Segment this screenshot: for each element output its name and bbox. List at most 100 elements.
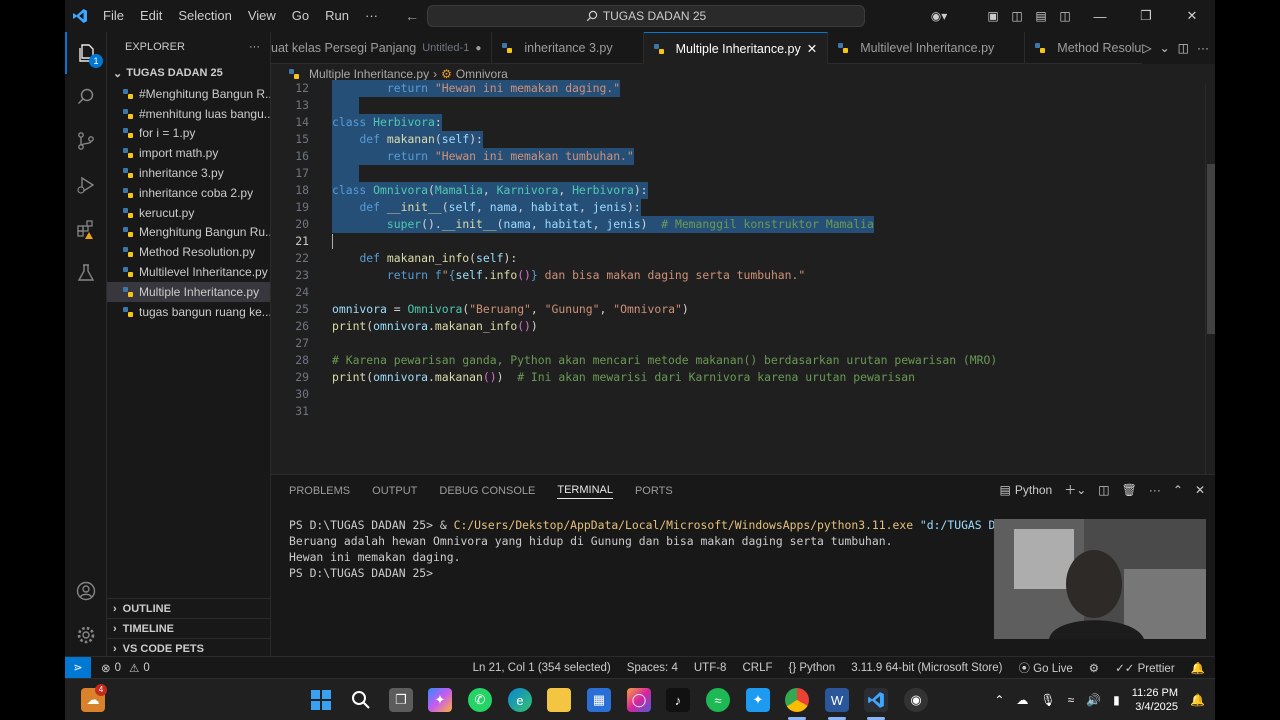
microphone-icon[interactable]: 🎙 [1040,693,1055,707]
go-live-button[interactable]: ⦿ Go Live [1018,660,1072,676]
toggle-sidebar-icon[interactable]: ◫ [1005,0,1029,32]
code-line[interactable]: 15 def makanan(self): [271,131,1201,148]
code-line[interactable]: 25 omnivora = Omnivora("Beruang", "Gunung… [271,301,1201,318]
code-line[interactable]: 21 [271,233,1201,250]
close-tab-icon[interactable]: ✕ [807,41,817,56]
notifications-bell-icon[interactable]: 🔔 [1190,693,1205,707]
explorer-file-item[interactable]: Method Resolution.py [107,242,270,262]
problems-indicator[interactable]: ⊗ 0 ⚠ 0 [101,661,150,675]
encoding[interactable]: UTF-8 [694,662,727,674]
workspace-folder[interactable]: ⌄ TUGAS DADAN 25 [107,62,270,84]
vscode-taskbar-icon[interactable] [864,688,888,712]
volume-icon[interactable]: 🔊 [1086,693,1101,707]
run-debug-icon[interactable] [65,164,107,206]
explorer-file-item[interactable]: #menhitung luas bangu... [107,104,270,124]
code-line[interactable]: 17 [271,165,1201,182]
explorer-file-item[interactable]: #Menghitung Bangun R... [107,84,270,104]
edge-icon[interactable]: e [508,688,532,712]
explorer-file-item[interactable]: import math.py [107,143,270,163]
code-line[interactable]: 18 class Omnivora(Mamalia, Karnivora, Her… [271,182,1201,199]
menu-item-1[interactable]: Edit [132,0,170,32]
toggle-panel-icon[interactable]: ▤ [1029,0,1053,32]
back-arrow-icon[interactable]: ← [404,8,420,24]
restore-button[interactable]: ❐ [1123,0,1169,32]
minimize-button[interactable]: — [1077,0,1123,32]
editor-tab[interactable]: Multiple Inheritance.py ✕ [643,32,829,64]
panel-tab-ports[interactable]: PORTS [635,485,673,497]
menu-item-0[interactable]: File [95,0,132,32]
code-line[interactable]: 12 return "Hewan ini memakan daging." [271,80,1201,97]
menu-item-2[interactable]: Selection [170,0,239,32]
panel-tab-debug-console[interactable]: DEBUG CONSOLE [439,485,535,497]
indentation[interactable]: Spaces: 4 [627,662,678,674]
more-actions-icon[interactable]: ··· [1149,483,1161,497]
toggle-secondary-sidebar-icon[interactable]: ◫ [1053,0,1077,32]
copilot-icon[interactable]: ◉▾ [927,0,951,32]
python-interpreter[interactable]: 3.11.9 64-bit (Microsoft Store) [851,662,1002,674]
more-actions-icon[interactable]: ··· [1197,41,1209,55]
file-explorer-icon[interactable] [547,688,571,712]
close-window-button[interactable]: ✕ [1169,0,1215,32]
prettier-button[interactable]: ✓✓ Prettier [1115,661,1175,675]
menu-item-6[interactable]: ··· [357,0,386,32]
editor-tab[interactable]: uat kelas Persegi Panjang Untitled-1 ● [261,32,493,64]
breadcrumb-file[interactable]: Multiple Inheritance.py [309,67,429,81]
windows-start-icon[interactable] [309,688,333,712]
explorer-file-item[interactable]: inheritance coba 2.py [107,183,270,203]
explorer-file-item[interactable]: for i = 1.py [107,124,270,144]
testing-icon[interactable] [65,252,107,294]
whatsapp-icon[interactable]: ✆ [468,688,492,712]
task-view-icon[interactable]: ❐ [389,688,413,712]
timeline-section[interactable]: › TIMELINE [107,618,271,638]
explorer-icon[interactable]: 1 [65,32,107,74]
word-icon[interactable]: W [825,688,849,712]
split-terminal-icon[interactable]: ◫ [1098,483,1109,497]
notifications-bell-icon[interactable]: 🔔 [1191,661,1205,675]
wifi-icon[interactable]: ≈ [1068,693,1075,707]
vscode-pets-section[interactable]: › VS CODE PETS [107,638,271,658]
code-line[interactable]: 16 return "Hewan ini memakan tumbuhan." [271,148,1201,165]
editor-tab[interactable]: inheritance 3.py [492,32,644,64]
code-line[interactable]: 29 print(omnivora.makanan()) # Ini akan m… [271,369,1201,386]
explorer-file-item[interactable]: Multilevel Inheritance.py [107,262,270,282]
run-dropdown-icon[interactable]: ⌄ [1160,41,1170,55]
code-line[interactable]: 23 return f"{self.info()} dan bisa makan… [271,267,1201,284]
manage-gear-icon[interactable] [65,614,107,656]
panel-tab-output[interactable]: OUTPUT [372,485,417,497]
search-icon[interactable] [349,688,373,712]
new-terminal-icon[interactable]: ＋⌄ [1064,481,1086,498]
menu-item-4[interactable]: Go [284,0,317,32]
copilot-icon[interactable]: ✦ [428,688,452,712]
code-line[interactable]: 24 [271,284,1201,301]
terminal-shell-label[interactable]: Python [1015,483,1052,497]
panel-tab-terminal[interactable]: TERMINAL [557,484,613,499]
editor-tab[interactable]: Multilevel Inheritance.py [828,32,1026,64]
run-python-icon[interactable]: ▷ [1142,41,1151,55]
tiktok-icon[interactable]: ♪ [666,688,690,712]
obs-recorder-icon[interactable]: ◉ [904,688,928,712]
command-center-search[interactable]: TUGAS DADAN 25 [427,5,865,27]
spotify-icon[interactable]: ≈ [706,688,730,712]
search-icon[interactable] [65,76,107,118]
breadcrumb-symbol[interactable]: Omnivora [456,67,508,81]
clock[interactable]: 11:26 PM 3/4/2025 [1132,686,1178,714]
close-panel-icon[interactable]: ✕ [1195,483,1205,497]
extensions-icon[interactable] [65,208,107,250]
accounts-icon[interactable] [65,570,107,612]
code-line[interactable]: 14 class Herbivora: [271,114,1201,131]
code-line[interactable]: 27 [271,335,1201,352]
code-line[interactable]: 26 print(omnivora.makanan_info()) [271,318,1201,335]
terminal-output[interactable]: PS D:\TUGAS DADAN 25> & C:/Users/Dekstop… [289,517,1023,581]
scrollbar-thumb[interactable] [1207,164,1215,334]
end-of-line[interactable]: CRLF [742,662,772,674]
code-line[interactable]: 30 [271,386,1201,403]
code-line[interactable]: 13 [271,97,1201,114]
code-line[interactable]: 20 super().__init__(nama, habitat, jenis… [271,216,1201,233]
weather-widget-icon[interactable]: ☁ 4 [81,684,107,712]
cursor-position[interactable]: Ln 21, Col 1 (354 selected) [473,662,611,674]
code-line[interactable]: 19 def __init__(self, nama, habitat, jen… [271,199,1201,216]
maximize-panel-icon[interactable]: ⌃ [1173,483,1183,497]
code-line[interactable]: 31 [271,403,1201,420]
code-editor[interactable]: 12 return "Hewan ini memakan daging." 13 … [271,80,1215,474]
unsaved-dot-icon[interactable]: ● [475,43,481,54]
